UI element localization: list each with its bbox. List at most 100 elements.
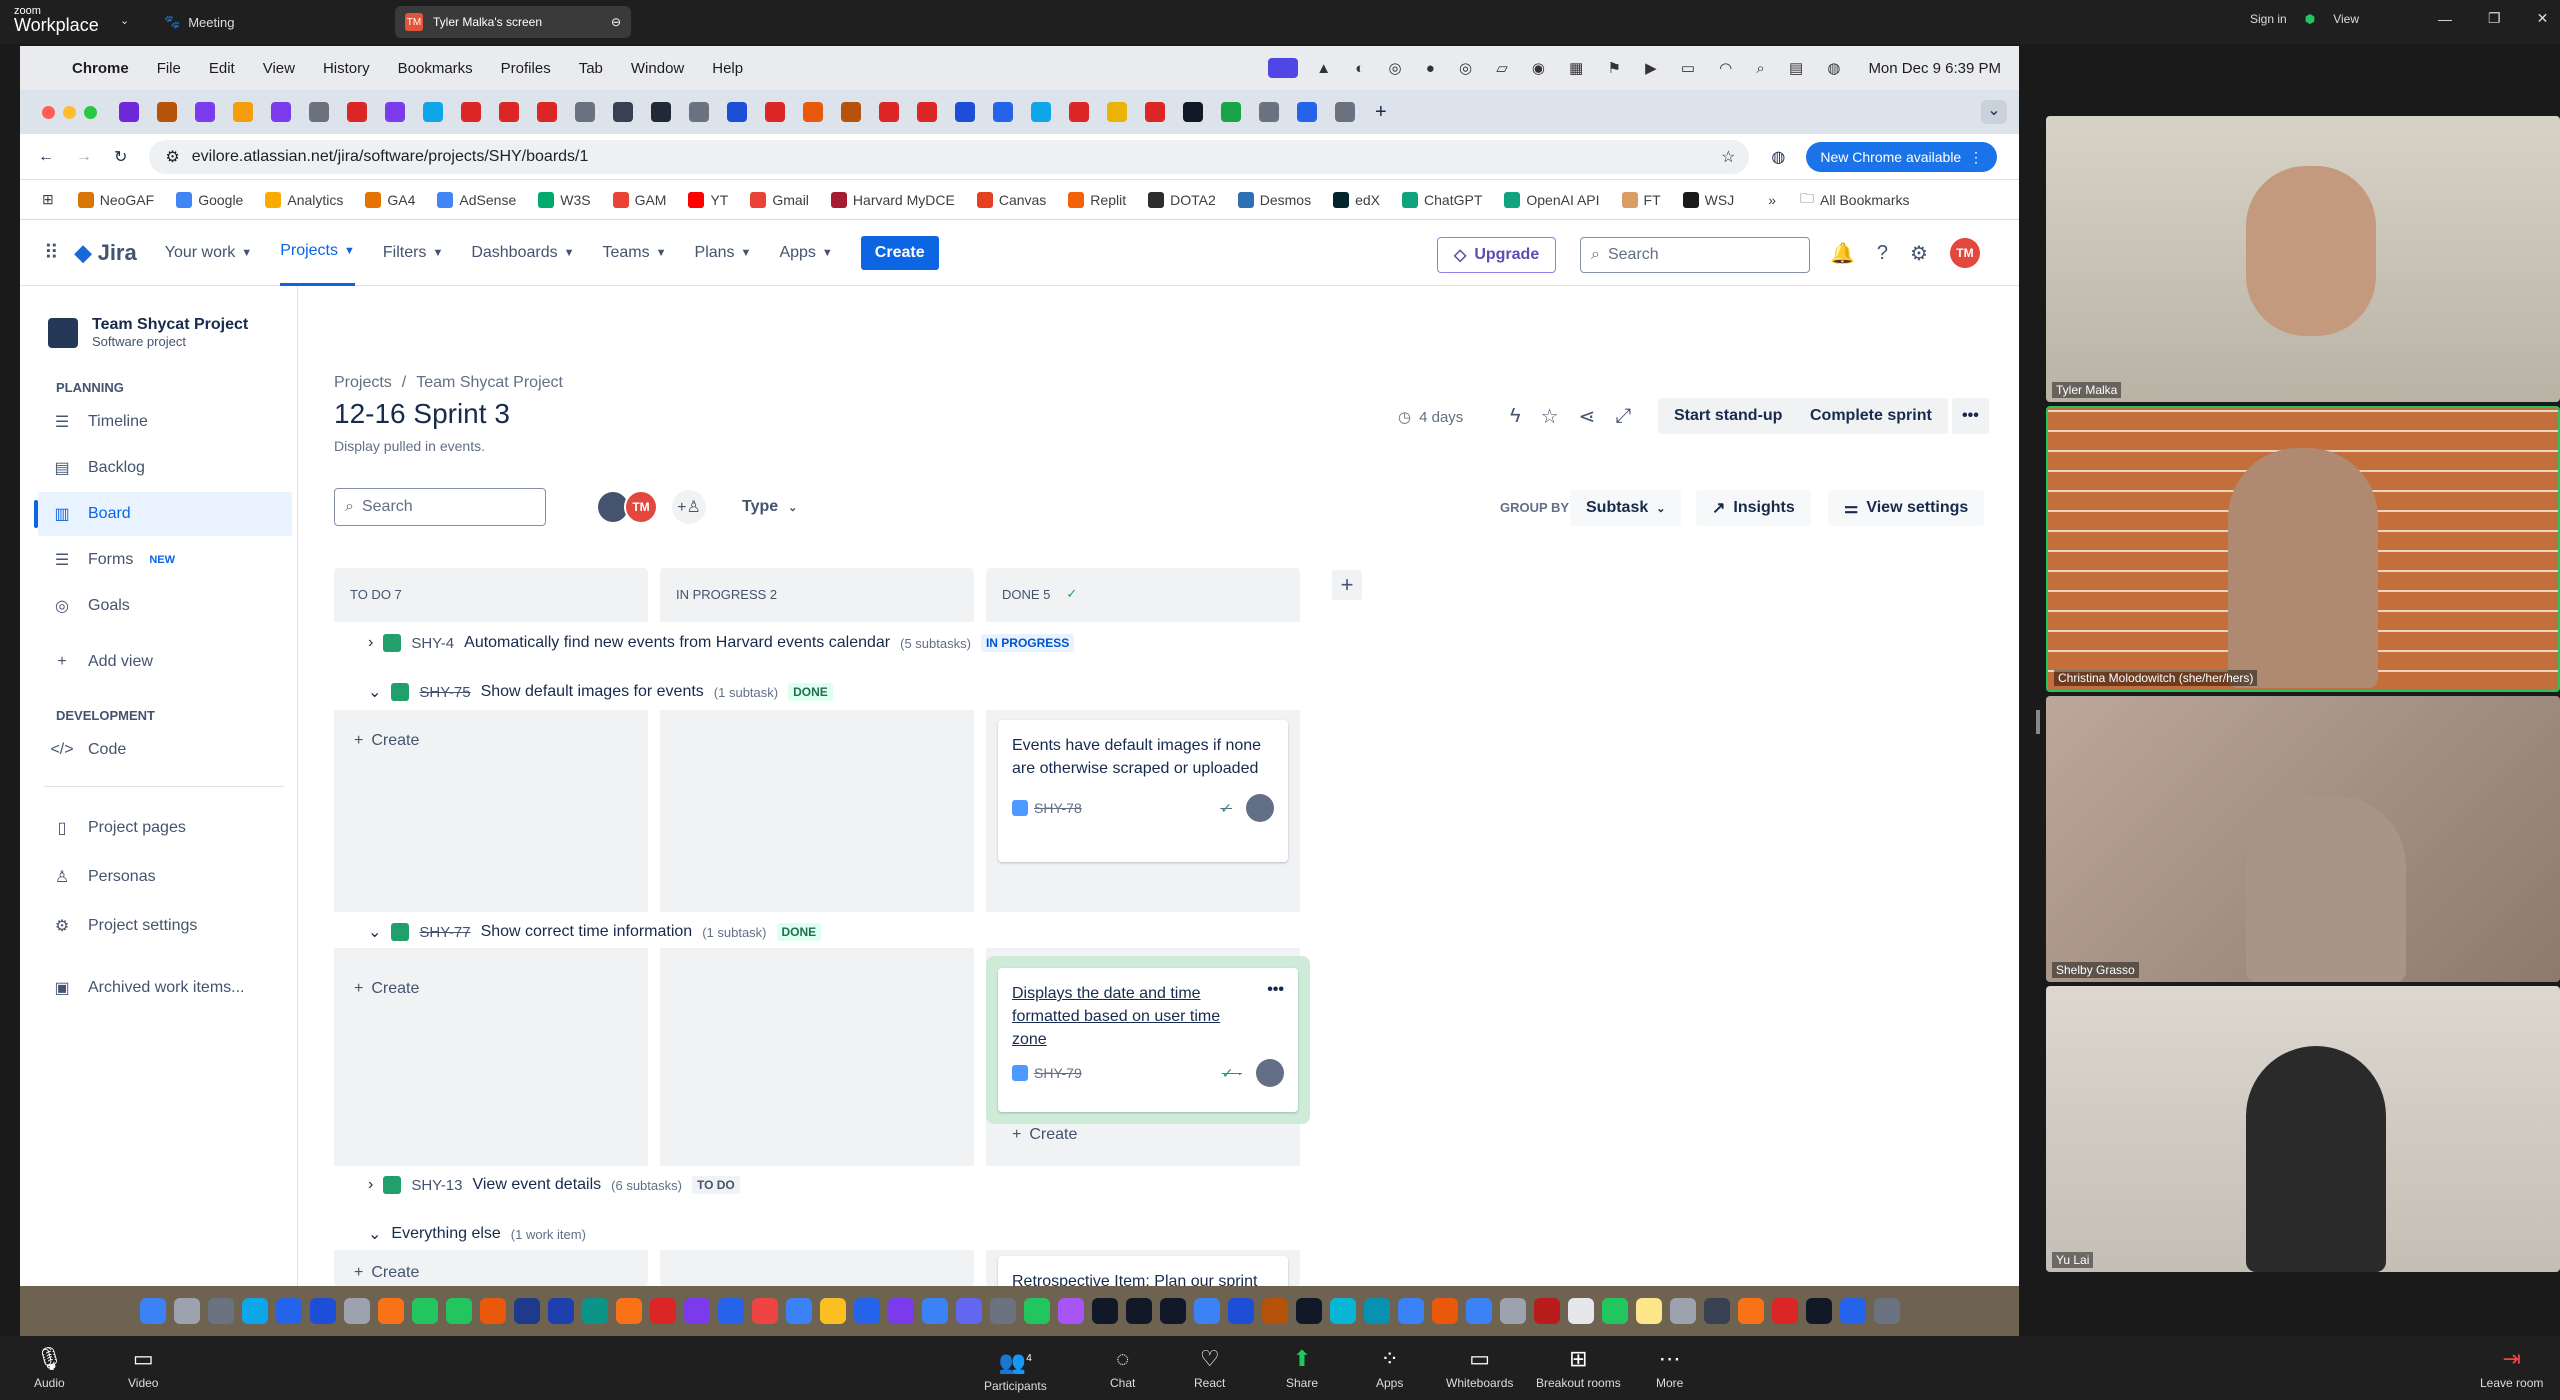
tab-favicon-icon[interactable] [575, 102, 595, 122]
complete-sprint-button[interactable]: Complete sprint [1794, 398, 1948, 434]
dock-app-icon[interactable] [1329, 1298, 1356, 1324]
tab-favicon-icon[interactable] [309, 102, 329, 122]
tab-favicon-icon[interactable] [537, 102, 557, 122]
menu-profiles[interactable]: Profiles [501, 60, 551, 77]
tab-favicon-icon[interactable] [499, 102, 519, 122]
tab-favicon-icon[interactable] [1183, 102, 1203, 122]
sidebar-item-archived[interactable]: ▣ Archived work items... [52, 966, 306, 1010]
group-row-shy-75[interactable]: ⌄ SHY-75 Show default images for events … [368, 682, 833, 702]
menu-view[interactable]: View [263, 60, 295, 77]
dock-app-icon[interactable] [1023, 1298, 1050, 1324]
dock-app-icon[interactable] [955, 1298, 982, 1324]
tm-avatar-filter[interactable]: TM [624, 490, 658, 524]
dock-app-icon[interactable] [1669, 1298, 1696, 1324]
tab-favicon-icon[interactable] [1297, 102, 1317, 122]
dock-app-icon[interactable] [717, 1298, 744, 1324]
group-row-everything-else[interactable]: ⌄ Everything else (1 work item) [368, 1224, 586, 1244]
bookmark-item[interactable]: ChatGPT [1402, 191, 1482, 208]
more-actions-button[interactable]: ••• [1952, 398, 1989, 434]
apps-button[interactable]: ⁘ Apps [1376, 1348, 1403, 1391]
fullscreen-icon[interactable]: ⤢ [1615, 405, 1631, 428]
bookmark-item[interactable]: edX [1333, 191, 1380, 208]
window-close-dot[interactable] [42, 105, 55, 119]
tab-search-icon[interactable]: ⌄ [1981, 100, 2007, 124]
tab-favicon-icon[interactable] [917, 102, 937, 122]
audio-button[interactable]: 🎙 Audio [34, 1348, 65, 1391]
window-zoom-dot[interactable] [84, 105, 97, 119]
group-row-shy-77[interactable]: ⌄ SHY-77 Show correct time information (… [368, 922, 822, 942]
assignee-filter[interactable]: TM +♙ [596, 490, 706, 524]
bookmark-item[interactable]: WSJ [1682, 191, 1734, 208]
zoom-status-icon[interactable] [1268, 58, 1299, 78]
tab-favicon-icon[interactable] [233, 102, 253, 122]
breadcrumb-project[interactable]: Team Shycat Project [416, 374, 563, 392]
breakout-button[interactable]: ⊞ Breakout rooms [1536, 1348, 1621, 1391]
tab-favicon-icon[interactable] [651, 102, 671, 122]
jira-logo[interactable]: ◆ Jira [75, 240, 137, 266]
sidebar-item-project-settings[interactable]: ⚙ Project settings [52, 904, 306, 948]
bookmark-item[interactable]: GA4 [365, 191, 415, 208]
bookmark-item[interactable]: Harvard MyDCE [830, 191, 955, 208]
dock-app-icon[interactable] [751, 1298, 778, 1324]
menu-file[interactable]: File [157, 60, 181, 77]
sidebar-item-goals[interactable]: ◎ Goals [52, 584, 306, 628]
create-button[interactable]: Create [860, 235, 939, 270]
apps-grid-icon[interactable]: ⊞ [42, 191, 54, 208]
dock-app-icon[interactable] [1431, 1298, 1458, 1324]
group-row-shy-4[interactable]: › SHY-4 Automatically find new events fr… [368, 634, 1075, 652]
tab-favicon-icon[interactable] [1259, 102, 1279, 122]
dock-app-icon[interactable] [1601, 1298, 1628, 1324]
column-header[interactable]: IN PROGRESS 2 [660, 568, 974, 620]
back-icon[interactable]: ← [38, 148, 54, 166]
react-button[interactable]: ♡ React [1194, 1348, 1225, 1391]
bookmark-item[interactable]: AdSense [437, 191, 516, 208]
tab-favicon-icon[interactable] [1031, 102, 1051, 122]
dock-app-icon[interactable] [207, 1298, 234, 1324]
days-remaining[interactable]: ◷ 4 days [1398, 408, 1463, 427]
insights-button[interactable]: ↗ Insights [1696, 490, 1811, 526]
dock-app-icon[interactable] [1703, 1298, 1730, 1324]
dock-app-icon[interactable] [1771, 1298, 1798, 1324]
dock-app-icon[interactable] [1397, 1298, 1424, 1324]
all-bookmarks[interactable]: 🗀 All Bookmarks [1800, 188, 1909, 212]
more-bookmarks-icon[interactable]: » [1768, 192, 1776, 208]
bookmark-item[interactable]: Analytics [265, 191, 343, 208]
menu-help[interactable]: Help [712, 60, 743, 77]
card-shy-79[interactable]: Displays the date and time formatted bas… [998, 968, 1298, 1112]
more-icon[interactable]: ⊖ [611, 15, 621, 29]
participants-button[interactable]: 👥4 Participants [984, 1348, 1047, 1394]
dock-app-icon[interactable] [547, 1298, 574, 1324]
tab-favicon-icon[interactable] [803, 102, 823, 122]
bookmark-item[interactable]: W3S [538, 191, 591, 208]
sidebar-item-add-view[interactable]: + Add view [52, 640, 306, 684]
bookmark-item[interactable]: Replit [1068, 191, 1126, 208]
dock-app-icon[interactable] [853, 1298, 880, 1324]
dock-app-icon[interactable] [1839, 1298, 1866, 1324]
sidebar-item-code[interactable]: </> Code [50, 728, 306, 772]
tab-favicon-icon[interactable] [841, 102, 861, 122]
video-tile-christina[interactable]: Christina Molodowitch (she/her/hers) [2046, 406, 2560, 692]
column-header[interactable]: DONE 5 ✓ [986, 568, 1300, 620]
dock-app-icon[interactable] [785, 1298, 812, 1324]
sidebar-item-personas[interactable]: ♙ Personas [52, 855, 306, 899]
nav-filters[interactable]: Filters ▼ [383, 244, 443, 262]
status-icons[interactable]: ▲ ◐ ◎ ● ◎ ▱ ◉ ▦ ⚑ ▶ ▭ ◠ ⌕ ▤ ◍ [1316, 59, 1850, 77]
sign-in-link[interactable]: Sign in [2250, 12, 2287, 26]
project-header[interactable]: Team Shycat Project Software project [48, 316, 248, 349]
nav-your-work[interactable]: Your work ▼ [165, 244, 252, 262]
tab-favicon-icon[interactable] [157, 102, 177, 122]
type-filter[interactable]: Type ⌄ [742, 498, 797, 516]
bookmark-item[interactable]: GAM [612, 191, 666, 208]
tab-favicon-icon[interactable] [385, 102, 405, 122]
dock-apps[interactable] [139, 1298, 1900, 1324]
url-field[interactable]: ⚙ evilore.atlassian.net/jira/software/pr… [149, 139, 1750, 174]
dock-app-icon[interactable] [445, 1298, 472, 1324]
dock-app-icon[interactable] [1193, 1298, 1220, 1324]
video-tile-shelby[interactable]: Shelby Grasso [2046, 696, 2560, 982]
meeting-tab[interactable]: 🐾 Meeting [164, 14, 234, 30]
screen-share-pill[interactable]: TM Tyler Malka's screen ⊖ [395, 6, 631, 38]
tab-favicon-icon[interactable] [347, 102, 367, 122]
window-minimize-dot[interactable] [63, 105, 76, 119]
chat-button[interactable]: ◌ Chat [1110, 1348, 1135, 1391]
dock-app-icon[interactable] [1159, 1298, 1186, 1324]
